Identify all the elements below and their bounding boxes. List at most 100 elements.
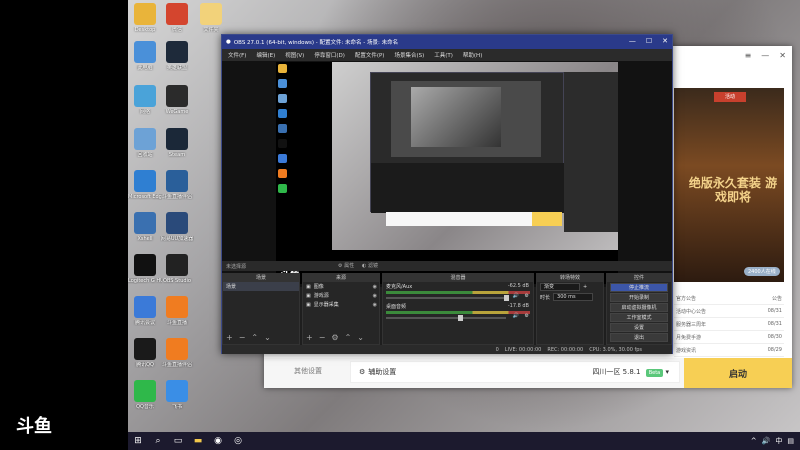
ime-icon[interactable]: 中 (775, 436, 782, 446)
gear-icon[interactable]: ⚙ (525, 293, 529, 299)
desktop-icon[interactable]: Logitech G HUB (128, 254, 162, 284)
desktop-icon[interactable]: OBS Studio (160, 254, 194, 284)
scene-item[interactable]: 场景 (223, 282, 299, 291)
captured-launcher (564, 72, 618, 232)
eye-icon[interactable]: ◉ (373, 302, 379, 308)
mixer-channel-mic: 麦克风/Aux -62.5 dB 🔊 ⚙ (383, 282, 533, 302)
speaker-icon[interactable]: 🔊 (513, 313, 519, 319)
explorer-icon[interactable]: ▬ (188, 432, 208, 450)
settings-button[interactable]: 设置 (610, 323, 668, 332)
up-icon[interactable]: ⌃ (345, 333, 352, 342)
remove-icon[interactable]: − (239, 333, 246, 342)
eye-icon[interactable]: ◉ (373, 284, 379, 290)
start-recording-button[interactable]: 开始录制 (610, 293, 668, 302)
source-item[interactable]: ▣ 显示器采集 ◉ (303, 300, 379, 309)
menu-item[interactable]: 帮助(H) (463, 51, 482, 59)
stop-streaming-button[interactable]: 停止推流 (610, 283, 668, 292)
desktop-icon[interactable]: 英雄联盟 (160, 41, 194, 71)
announcement-row[interactable]: 月免费手游 08/30 (674, 331, 784, 344)
announcement-row[interactable]: 活动中心公告 08/31 (674, 305, 784, 318)
other-settings-link[interactable]: 其他设置 (294, 366, 322, 376)
volume-slider[interactable] (386, 315, 506, 321)
down-icon[interactable]: ⌄ (264, 333, 271, 342)
desktop-icon[interactable]: 回收站 (128, 128, 162, 158)
volume-slider[interactable] (386, 295, 509, 301)
remove-icon[interactable]: − (319, 333, 326, 342)
desktop-icon[interactable]: QQ音乐 (128, 380, 162, 410)
menu-item[interactable]: 停靠窗口(D) (314, 51, 345, 59)
desktop-icon[interactable]: 文件夹 (194, 3, 228, 33)
announcement-row[interactable]: 游戏资讯 08/29 (674, 344, 784, 357)
announcement-row[interactable]: 官方公告 公告 (674, 292, 784, 305)
virtual-camera-button[interactable]: 启动虚拟摄像机 (610, 303, 668, 312)
desktop-icon[interactable]: 腾讯QQ (128, 338, 162, 368)
chevron-up-icon[interactable]: ^ (751, 437, 757, 445)
studio-mode-button[interactable]: 工作室模式 (610, 313, 668, 322)
desktop-icon[interactable]: 飞书 (160, 380, 194, 410)
minimize-icon[interactable]: — (761, 51, 769, 60)
menu-item[interactable]: 视图(V) (285, 51, 304, 59)
game-banner[interactable]: 活动 绝版永久套装 游戏即将 (674, 88, 784, 282)
add-icon[interactable]: + (583, 284, 587, 290)
notification-icon[interactable]: ▤ (787, 437, 794, 445)
search-icon[interactable]: ⌕ (148, 432, 168, 450)
up-icon[interactable]: ⌃ (251, 333, 258, 342)
source-item[interactable]: ▣ 图像 ◉ (303, 282, 379, 291)
obs-icon[interactable]: ◉ (208, 432, 228, 450)
desktop-icon[interactable]: 腾讯会议 (128, 296, 162, 326)
maximize-icon[interactable]: ☐ (646, 37, 652, 45)
desktop-icon[interactable]: 此电脑 (128, 41, 162, 71)
menu-item[interactable]: 场景集合(S) (394, 51, 424, 59)
desktop-icon[interactable]: 网易UU加速器 (160, 212, 194, 242)
close-icon[interactable]: ✕ (779, 51, 786, 60)
game-icon (166, 85, 188, 107)
properties-button[interactable]: ⚙ 属性 (338, 262, 354, 269)
add-icon[interactable]: + (226, 333, 233, 342)
transition-type-select[interactable]: 渐变 (540, 283, 580, 291)
volume-icon[interactable]: 🔊 (762, 437, 771, 445)
close-icon[interactable]: ✕ (662, 37, 668, 45)
steam-icon (166, 128, 188, 150)
obs-preview[interactable]: 斗鱼 (222, 61, 672, 287)
desktop-icon[interactable]: 微信 (160, 3, 194, 33)
gear-icon[interactable]: ⚙ (525, 313, 529, 319)
app-icon[interactable]: ◎ (228, 432, 248, 450)
assist-settings-bar[interactable]: ⚙ 辅助设置 四川一区 5.8.1 Beta ▾ (350, 361, 680, 383)
channel-db: -62.5 dB (507, 283, 529, 289)
filters-button[interactable]: ◐ 滤镜 (362, 262, 378, 269)
speaker-icon[interactable]: 🔊 (513, 293, 519, 299)
announcement-row[interactable]: 服务器三周年 08/31 (674, 318, 784, 331)
down-icon[interactable]: ⌄ (357, 333, 364, 342)
task-view-icon[interactable]: ▭ (168, 432, 188, 450)
desktop-icon[interactable]: Microsoft Edge (128, 170, 162, 200)
gear-icon[interactable]: ⚙ (331, 333, 338, 342)
menu-item[interactable]: 配置文件(P) (355, 51, 385, 59)
server-select[interactable]: 四川一区 5.8.1 Beta ▾ (592, 367, 669, 377)
controls-title: 控件 (607, 274, 671, 282)
source-item[interactable]: ▣ 游戏源 ◉ (303, 291, 379, 300)
launch-button[interactable]: 启动 (684, 358, 792, 388)
desktop-icon-label: WeGame (165, 109, 189, 115)
controls-panel: 控件 停止推流 开始录制 启动虚拟摄像机 工作室模式 设置 退出 (606, 273, 672, 345)
desktop-icon[interactable]: Xshell (128, 212, 162, 242)
source-label: 游戏源 (313, 293, 329, 299)
start-icon[interactable]: ⊞ (128, 432, 148, 450)
desktop-icon[interactable]: 斗鱼直播伴侣 (160, 170, 194, 200)
desktop-icon[interactable]: 斗鱼直播伴侣 (160, 338, 194, 368)
desktop-icon[interactable]: 斗鱼直播 (160, 296, 194, 326)
menu-item[interactable]: 文件(F) (228, 51, 246, 59)
minimize-icon[interactable]: — (629, 37, 636, 45)
menu-item[interactable]: 编辑(E) (256, 51, 275, 59)
desktop-icon[interactable]: Desktop (128, 3, 162, 33)
announcement-date: 08/30 (767, 334, 782, 340)
add-icon[interactable]: + (306, 333, 313, 342)
duration-input[interactable]: 300 ms (553, 293, 594, 301)
logitech-icon (134, 254, 156, 276)
eye-icon[interactable]: ◉ (373, 293, 379, 299)
menu-item[interactable]: 工具(T) (434, 51, 453, 59)
desktop-icon[interactable]: 网络 (128, 85, 162, 115)
exit-button[interactable]: 退出 (610, 333, 668, 342)
menu-icon[interactable]: ≡ (745, 51, 752, 60)
desktop-icon[interactable]: WeGame (160, 85, 194, 115)
desktop-icon[interactable]: Steam (160, 128, 194, 158)
